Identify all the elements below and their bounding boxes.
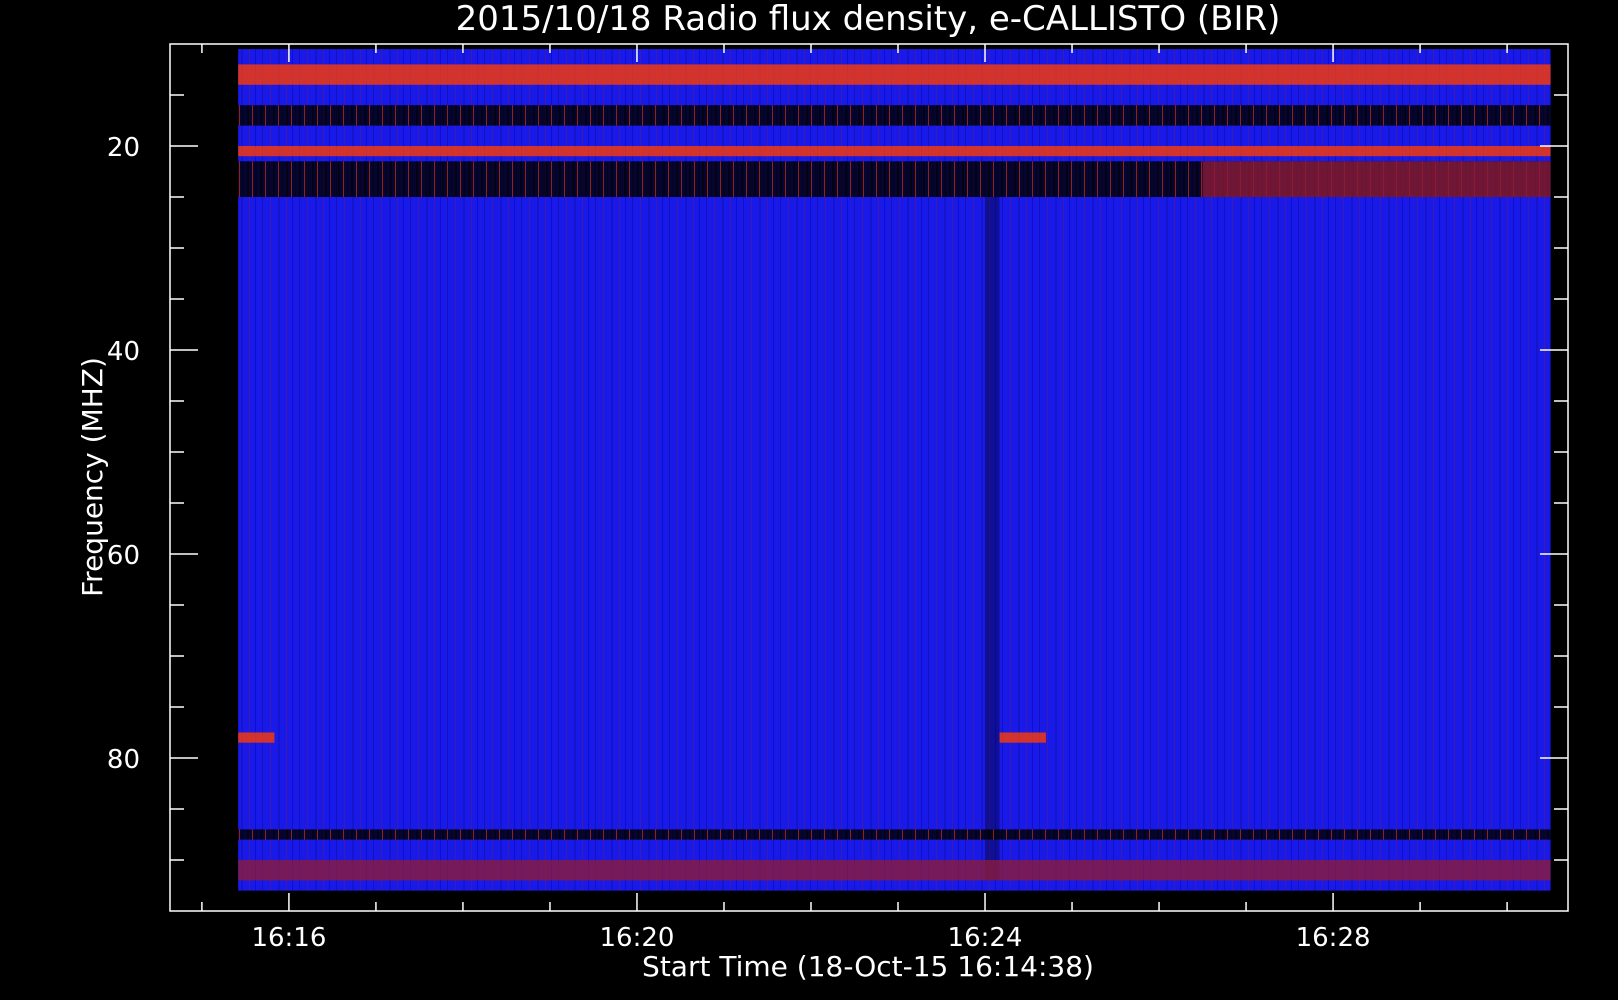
x-tick-label: 16:28 [1296, 923, 1371, 953]
spectrogram-feature-burst [999, 732, 1046, 743]
spectrogram-feature-rfi-band [238, 146, 1551, 157]
y-tick-label: 80 [107, 745, 140, 775]
spectrogram-feature-texture [238, 829, 1551, 840]
x-axis-label: Start Time (18-Oct-15 16:14:38) [642, 950, 1094, 983]
spectrogram-feature-texture [238, 105, 1551, 126]
y-tick-label: 40 [107, 337, 140, 367]
chart-title: 2015/10/18 Radio flux density, e-CALLIST… [456, 0, 1281, 39]
spectrogram-feature-rfi-band [238, 64, 1551, 85]
x-tick-label: 16:24 [948, 923, 1023, 953]
y-axis-label: Frequency (MHZ) [76, 357, 109, 597]
y-tick-label: 60 [107, 541, 140, 571]
spectrogram-feature-rfi-band [238, 860, 1551, 881]
x-tick-label: 16:20 [599, 923, 674, 953]
spectrogram-chart: 16:16 16:20 16:24 16:28 20 40 60 80 2015/10/18 … [76, 0, 1569, 983]
spectrogram-feature-rfi-band [1202, 161, 1551, 197]
spectrogram-feature-dark-column [985, 197, 1000, 881]
spectrogram-feature-burst [238, 732, 275, 743]
x-tick-label: 16:16 [251, 923, 326, 953]
y-tick-label: 20 [107, 133, 140, 163]
